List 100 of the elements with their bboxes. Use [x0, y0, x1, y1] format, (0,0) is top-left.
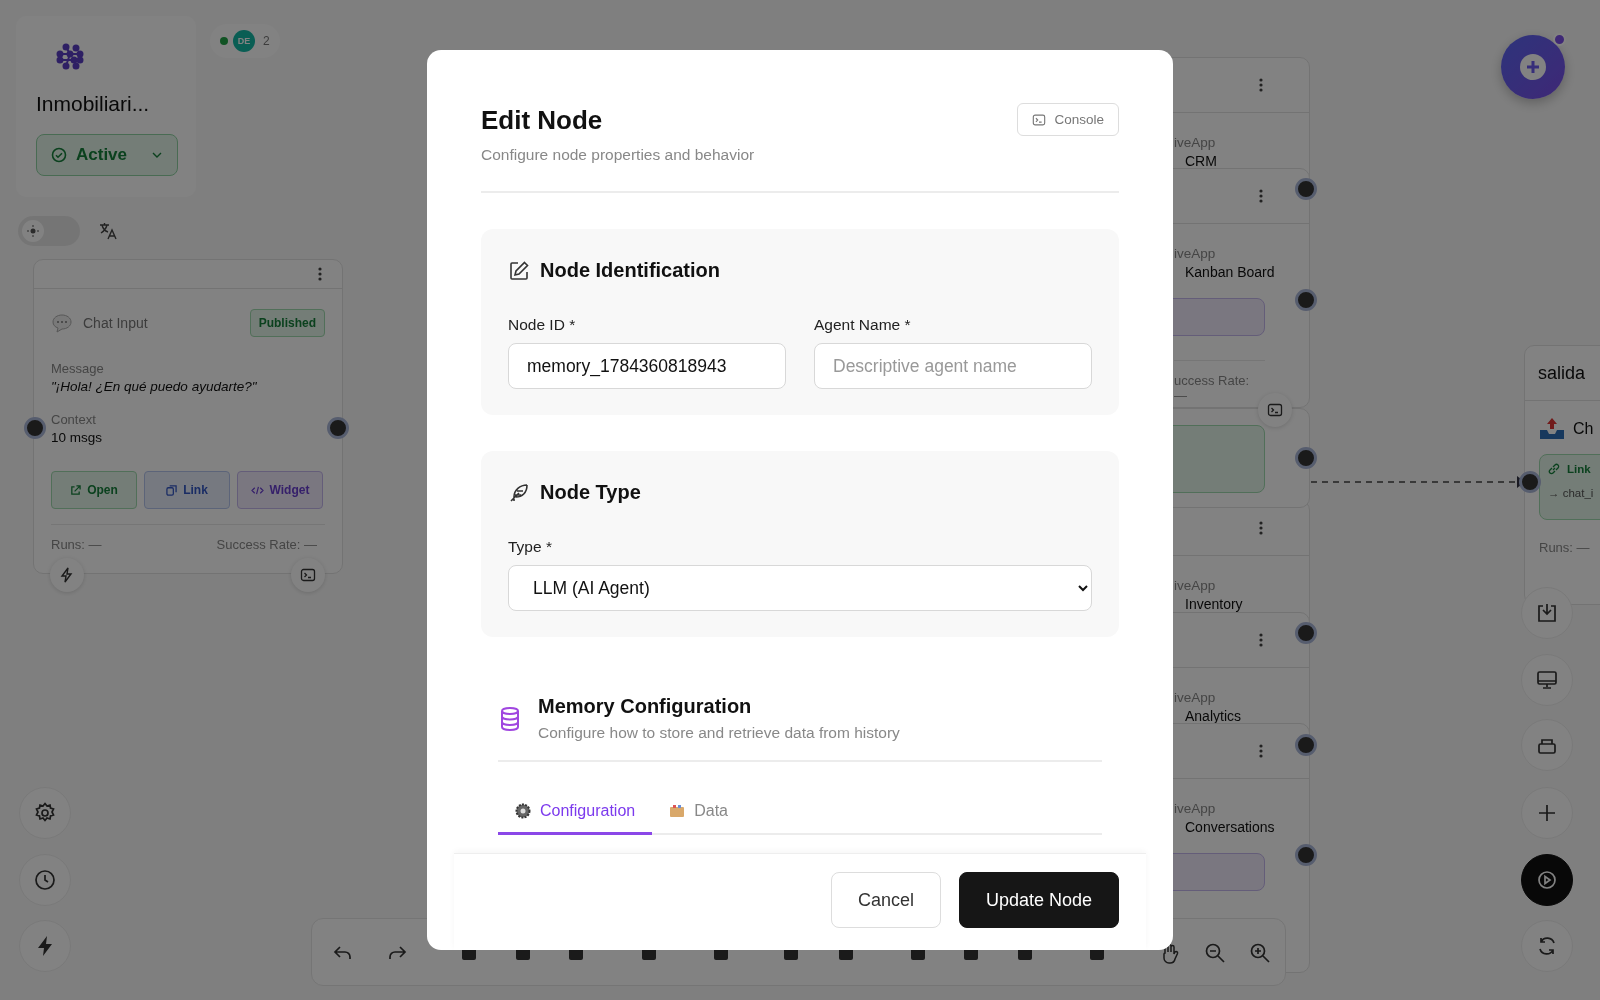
- text-field[interactable]: Descriptive agent name: [814, 343, 1092, 389]
- theme-toggle[interactable]: [18, 216, 80, 246]
- node-title: Inventory: [1185, 596, 1244, 612]
- stat-text: Success Rate: —: [216, 537, 317, 552]
- chat-bubble-icon: [51, 313, 73, 333]
- connection-handle[interactable]: [327, 417, 349, 439]
- notification-dot: [1553, 33, 1566, 46]
- download-icon[interactable]: [1521, 587, 1573, 639]
- published-badge: Published: [249, 309, 325, 337]
- widget-button[interactable]: Widget: [237, 471, 323, 509]
- online-dot: [220, 37, 228, 45]
- more-icon[interactable]: [1259, 633, 1263, 647]
- link-target: → chat_i: [1548, 487, 1595, 499]
- plus-icon[interactable]: [1521, 787, 1573, 839]
- feather-icon: [508, 481, 530, 504]
- bolt-icon: [59, 567, 75, 583]
- node-source: iveApp: [1174, 578, 1217, 593]
- section-subtitle: Configure how to store and retrieve data from history: [538, 724, 900, 742]
- link-button[interactable]: Link: [144, 471, 230, 509]
- text-field[interactable]: memory_1784360818943: [508, 343, 786, 389]
- field-value: 10 msgs: [51, 430, 104, 445]
- external-link-icon: [70, 484, 82, 496]
- node-title: Analytics: [1185, 708, 1243, 724]
- user-avatar: DE: [233, 30, 255, 52]
- terminal-icon: [1267, 402, 1283, 418]
- link-label: Link: [1567, 463, 1591, 475]
- node-source: iveApp: [1174, 246, 1217, 261]
- connection-handle[interactable]: [1519, 471, 1541, 493]
- check-circle-icon: [51, 147, 67, 163]
- connection-handle[interactable]: [1295, 844, 1317, 866]
- translate-icon[interactable]: [98, 221, 118, 241]
- cancel-button[interactable]: Cancel: [830, 872, 941, 928]
- terminal-icon: [300, 567, 316, 583]
- console-button[interactable]: Console: [1017, 103, 1119, 136]
- tab[interactable]: Data: [652, 792, 745, 835]
- dialog-subtitle: Configure node properties and behavior: [481, 146, 755, 164]
- connection-handle[interactable]: [1295, 447, 1317, 469]
- database-icon: [498, 705, 522, 732]
- box-icon: [669, 803, 686, 819]
- node-title: Kanban Board: [1185, 264, 1276, 280]
- stat-text: Runs: —: [51, 537, 102, 552]
- status-dropdown[interactable]: Active: [36, 134, 178, 176]
- node-name: Ch: [1573, 420, 1594, 438]
- more-icon[interactable]: [318, 267, 322, 281]
- more-icon[interactable]: [1259, 521, 1263, 535]
- connection-handle[interactable]: [24, 417, 46, 439]
- refresh-icon[interactable]: [1521, 920, 1573, 972]
- node-card[interactable]: Chat Input Published Message "¡Hola! ¿En qué puedo ayudarte?" Context 10 msgs Open Link Widget Runs: — Success Rate: —: [33, 259, 343, 574]
- node-card[interactable]: salida Ch Link → chat_i Runs: —: [1524, 345, 1600, 605]
- add-button[interactable]: [1501, 35, 1565, 99]
- settings-icon[interactable]: [19, 787, 71, 839]
- section-title: Memory Configuration: [538, 695, 753, 718]
- section-title: Node Identification: [540, 259, 720, 282]
- terminal-button[interactable]: [291, 558, 325, 592]
- node-source: iveApp: [1174, 135, 1217, 150]
- connection-handle[interactable]: [1295, 734, 1317, 756]
- node-source: iveApp: [1174, 801, 1217, 816]
- field-value: "¡Hola! ¿En qué puedo ayudarte?": [51, 379, 258, 394]
- field-label: Node ID *: [508, 316, 577, 334]
- more-icon[interactable]: [1259, 744, 1263, 758]
- update-button[interactable]: Update Node: [958, 872, 1119, 928]
- section-title: Node Type: [540, 481, 641, 504]
- node-title: CRM: [1185, 153, 1218, 169]
- field-label: Message: [51, 361, 105, 376]
- plus-icon: [1519, 53, 1547, 81]
- zoom-in-icon[interactable]: [1249, 942, 1271, 964]
- clock-icon[interactable]: [19, 854, 71, 906]
- field-label: Context: [51, 412, 97, 427]
- project-name: Inmobiliari...: [36, 92, 151, 116]
- node-title: Conversations: [1185, 819, 1276, 835]
- node-source: iveApp: [1174, 690, 1217, 705]
- type-select[interactable]: LLM (AI Agent): [508, 565, 1092, 611]
- node-title: salida: [1525, 346, 1600, 401]
- more-icon[interactable]: [1259, 189, 1263, 203]
- connection-handle[interactable]: [1295, 289, 1317, 311]
- gear-icon: [515, 803, 531, 819]
- copy-icon: [166, 484, 178, 496]
- connection-handle[interactable]: [1295, 178, 1317, 200]
- link-icon: [1548, 463, 1560, 475]
- zoom-out-icon[interactable]: [1204, 942, 1226, 964]
- bolt-icon[interactable]: [19, 920, 71, 972]
- sun-icon: [27, 225, 39, 237]
- terminal-icon: [1032, 112, 1047, 127]
- edit-icon: [508, 259, 530, 282]
- monitor-icon[interactable]: [1521, 654, 1573, 706]
- node-title: Chat Input: [83, 315, 148, 331]
- tray-upload-icon: [1539, 417, 1565, 441]
- open-button[interactable]: Open: [51, 471, 137, 509]
- stack-icon[interactable]: [1521, 719, 1573, 771]
- play-icon[interactable]: [1521, 854, 1573, 906]
- bolt-button[interactable]: [50, 558, 84, 592]
- dialog-title: Edit Node: [481, 105, 604, 136]
- field-label: Agent Name *: [814, 316, 912, 334]
- more-icon[interactable]: [1259, 78, 1263, 92]
- network-logo-icon: [56, 42, 84, 70]
- stat-text: Runs: —: [1539, 540, 1591, 555]
- connection-handle[interactable]: [1295, 622, 1317, 644]
- field-label: Type *: [508, 538, 553, 556]
- tab[interactable]: Configuration: [498, 792, 653, 835]
- user-count: 2: [263, 34, 270, 48]
